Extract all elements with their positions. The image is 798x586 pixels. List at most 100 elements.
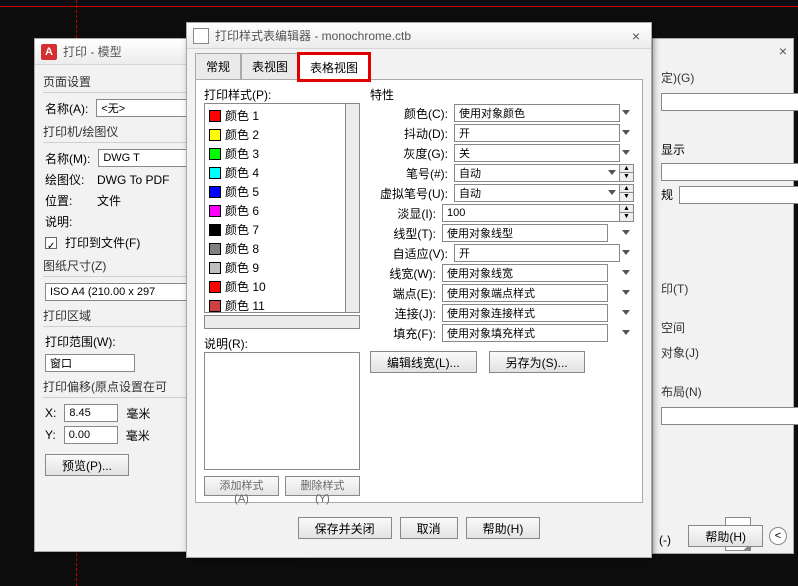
objects-label: 对象(J): [653, 340, 793, 365]
style-row[interactable]: 颜色 6: [205, 201, 345, 220]
description-box[interactable]: [204, 352, 360, 470]
space-label: 空间: [653, 315, 793, 340]
dither-select[interactable]: [454, 124, 634, 142]
expand-more-icon[interactable]: <: [769, 527, 787, 545]
color-select[interactable]: [454, 104, 634, 122]
display-select[interactable]: [661, 162, 798, 181]
save-as-button[interactable]: 另存为(S)...: [489, 351, 585, 373]
style-name: 颜色 5: [225, 183, 259, 200]
description-label: 说明(R):: [204, 335, 360, 352]
close-icon[interactable]: ×: [627, 29, 645, 43]
ctb-title: 打印样式表编辑器 - monochrome.ctb: [215, 27, 411, 44]
options-side-panel: × 定)(G) 显示 规 印(T) 空间 对象(J) 布局(N) A (-) 帮…: [652, 38, 794, 554]
where-value: 文件: [97, 192, 121, 209]
display-label: 显示: [661, 141, 685, 158]
help-button-side[interactable]: 帮助(H): [688, 525, 763, 547]
pen-spin-buttons[interactable]: ▲▼: [620, 164, 634, 182]
color-swatch-icon: [209, 243, 221, 255]
edit-lineweight-button[interactable]: 编辑线宽(L)...: [370, 351, 477, 373]
table-editor-icon: [193, 28, 209, 44]
list-scrollbar[interactable]: [345, 104, 359, 312]
plot-what-label: 打印范围(W):: [45, 333, 116, 350]
add-style-button[interactable]: 添加样式(A): [204, 476, 279, 496]
ctb-titlebar[interactable]: 打印样式表编辑器 - monochrome.ctb ×: [187, 23, 651, 49]
style-row[interactable]: 颜色 2: [205, 125, 345, 144]
cancel-button[interactable]: 取消: [400, 517, 458, 539]
join-select[interactable]: [442, 304, 634, 322]
define-select[interactable]: [661, 92, 798, 111]
style-row[interactable]: 颜色 3: [205, 144, 345, 163]
pen-label: 笔号(#):: [370, 165, 448, 182]
endcap-select[interactable]: [442, 284, 634, 302]
save-close-button[interactable]: 保存并关闭: [298, 517, 392, 539]
name-a-label: 名称(A):: [45, 100, 88, 117]
color-label: 颜色(C):: [370, 105, 448, 122]
plotter-value: DWG To PDF: [97, 173, 169, 187]
style-name: 颜色 6: [225, 202, 259, 219]
style-name: 颜色 1: [225, 107, 259, 124]
layout-label: 布局(N): [653, 379, 793, 404]
y-label: Y:: [45, 428, 56, 442]
plot-to-file-checkbox[interactable]: [45, 237, 57, 249]
plotter-label: 绘图仪:: [45, 171, 89, 188]
screen-label: 淡显(I):: [370, 205, 436, 222]
adaptive-label: 自适应(V):: [370, 245, 448, 262]
linetype-select[interactable]: [442, 224, 634, 242]
delete-style-button[interactable]: 删除样式(Y): [285, 476, 360, 496]
style-row[interactable]: 颜色 10: [205, 277, 345, 296]
style-row[interactable]: 颜色 5: [205, 182, 345, 201]
color-swatch-icon: [209, 205, 221, 217]
desc-label: 说明:: [45, 213, 89, 230]
gray-select[interactable]: [454, 144, 634, 162]
style-row[interactable]: 颜色 11: [205, 296, 345, 313]
style-name: 颜色 10: [225, 278, 266, 295]
style-name: 颜色 4: [225, 164, 259, 181]
tab-general[interactable]: 常规: [195, 53, 241, 79]
mm-unit-1: 毫米: [126, 405, 150, 422]
vpen-label: 虚拟笔号(U):: [370, 185, 448, 202]
dither-label: 抖动(D):: [370, 125, 448, 142]
preview-button[interactable]: 预览(P)...: [45, 454, 129, 476]
scale-select[interactable]: [679, 185, 798, 204]
style-name: 颜色 9: [225, 259, 259, 276]
style-row[interactable]: 颜色 9: [205, 258, 345, 277]
vpen-spinner[interactable]: [454, 184, 620, 202]
style-name: 颜色 3: [225, 145, 259, 162]
offset-x-input[interactable]: [64, 404, 118, 422]
name-m-label: 名称(M):: [45, 150, 90, 167]
autocad-icon: A: [41, 44, 57, 60]
x-label: X:: [45, 406, 56, 420]
tab-table-view[interactable]: 表视图: [241, 53, 299, 79]
screen-input[interactable]: [442, 204, 620, 222]
scale-suffix: (-): [659, 533, 671, 547]
print-label: 印(T): [653, 276, 793, 301]
lineweight-label: 线宽(W):: [370, 265, 436, 282]
fill-select[interactable]: [442, 324, 634, 342]
color-swatch-icon: [209, 224, 221, 236]
help-button[interactable]: 帮助(H): [466, 517, 541, 539]
plot-styles-list[interactable]: 颜色 1颜色 2颜色 3 颜色 4 颜色 5 颜色 6颜色 7颜色 8颜色 9 颜色 1…: [204, 103, 360, 313]
pen-spinner[interactable]: [454, 164, 620, 182]
screen-spin-buttons[interactable]: ▲▼: [620, 204, 634, 222]
vpen-spin-buttons[interactable]: ▲▼: [620, 184, 634, 202]
close-icon[interactable]: ×: [779, 43, 787, 59]
fill-label: 填充(F):: [370, 325, 436, 342]
color-swatch-icon: [209, 167, 221, 179]
tab-form-view[interactable]: 表格视图: [299, 54, 369, 80]
join-label: 连接(J):: [370, 305, 436, 322]
lineweight-select[interactable]: [442, 264, 634, 282]
style-row[interactable]: 颜色 1: [205, 106, 345, 125]
offset-y-input[interactable]: [64, 426, 118, 444]
color-swatch-icon: [209, 148, 221, 160]
style-row[interactable]: 颜色 8: [205, 239, 345, 258]
plot-style-editor: 打印样式表编辑器 - monochrome.ctb × 常规 表视图 表格视图 …: [186, 22, 652, 558]
list-hscrollbar[interactable]: [204, 315, 360, 329]
linetype-label: 线型(T):: [370, 225, 436, 242]
style-row[interactable]: 颜色 4: [205, 163, 345, 182]
color-swatch-icon: [209, 186, 221, 198]
adaptive-select[interactable]: [454, 244, 634, 262]
plot-what-select[interactable]: 窗口: [45, 354, 135, 372]
style-row[interactable]: 颜色 7: [205, 220, 345, 239]
layout-select[interactable]: [661, 406, 798, 425]
color-swatch-icon: [209, 300, 221, 312]
